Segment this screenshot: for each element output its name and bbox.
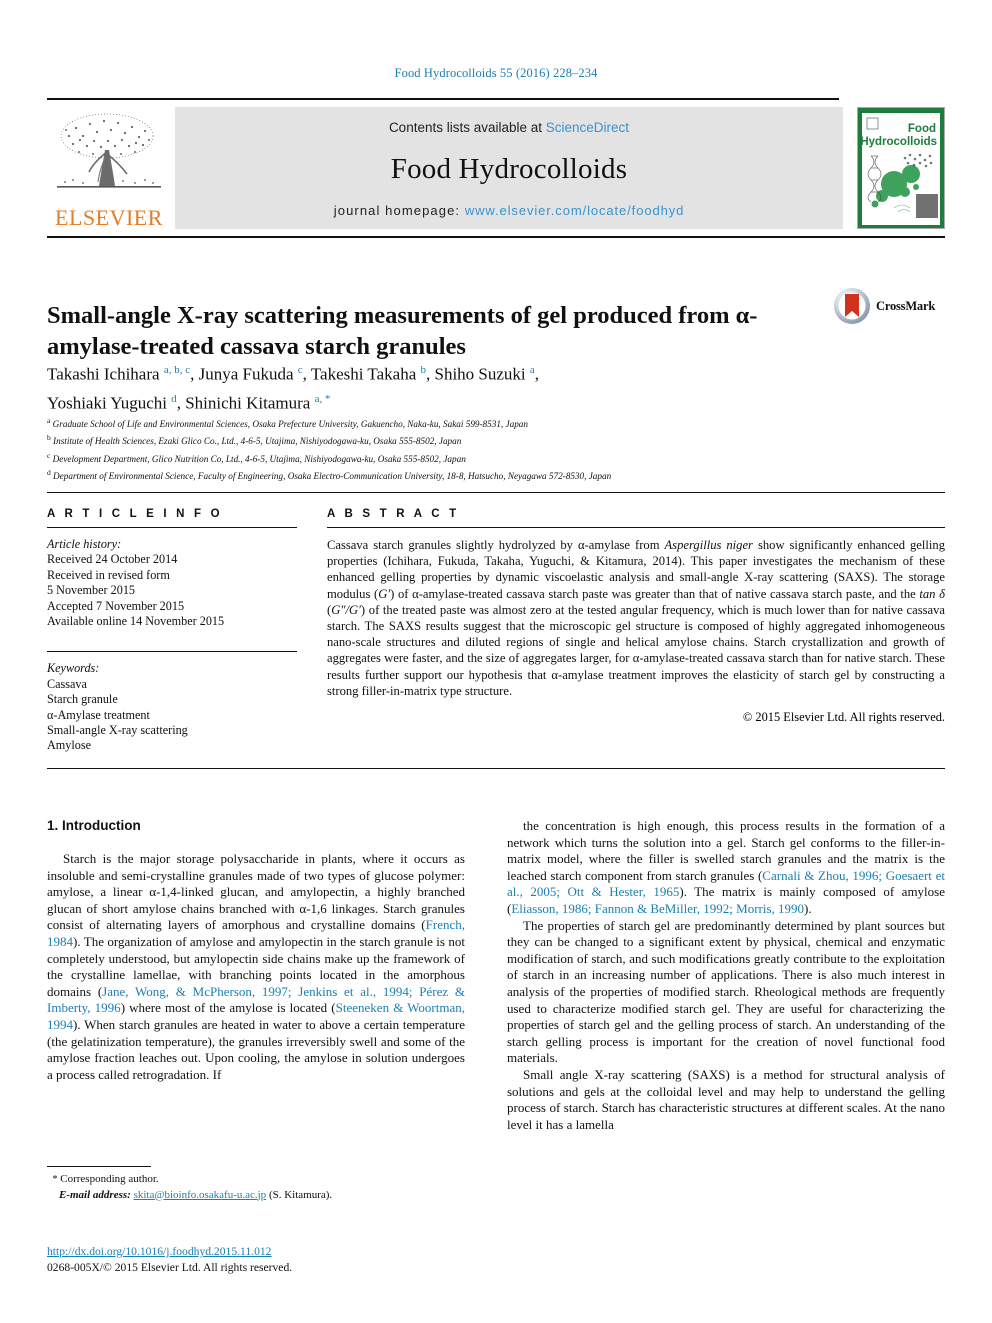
article-history-label: Article history:: [47, 537, 122, 551]
body-paragraphs-left: Starch is the major storage polysacchari…: [47, 851, 465, 1083]
journal-masthead: ELSEVIER Contents lists available at Sci…: [47, 98, 945, 229]
email-link[interactable]: skita@bioinfo.osakafu-u.ac.jp: [134, 1189, 267, 1201]
body-paragraph: Starch is the major storage polysacchari…: [47, 851, 465, 1082]
list-item: 5 November 2015: [47, 583, 136, 598]
contents-available-line: Contents lists available at ScienceDirec…: [389, 120, 629, 135]
doi-link[interactable]: http://dx.doi.org/10.1016/j.foodhyd.2015…: [47, 1245, 271, 1258]
list-item: Accepted 7 November 2015: [47, 598, 185, 613]
keywords-label: Keywords:: [47, 661, 100, 676]
doi-block: http://dx.doi.org/10.1016/j.foodhyd.2015…: [47, 1244, 547, 1276]
article-info-block: A R T I C L E I N F O Article history: R…: [47, 508, 297, 754]
affiliation-item: d Department of Environmental Science, F…: [47, 468, 612, 482]
list-item: Cassava: [47, 676, 87, 691]
journal-homepage-line: journal homepage: www.elsevier.com/locat…: [334, 203, 685, 218]
sciencedirect-link[interactable]: ScienceDirect: [546, 120, 629, 135]
journal-banner: Contents lists available at ScienceDirec…: [175, 107, 843, 229]
svg-text:Hydrocolloids: Hydrocolloids: [860, 136, 937, 148]
author-list: Takashi Ichihara a, b, c, Junya Fukuda c…: [47, 358, 847, 415]
affiliation-list: a Graduate School of Life and Environmen…: [47, 414, 947, 483]
keywords-rule: [47, 651, 297, 653]
body-paragraph: The properties of starch gel are predomi…: [507, 917, 945, 1066]
list-item: Received 24 October 2014: [47, 552, 178, 567]
issn-copyright-line: 0268-005X/© 2015 Elsevier Ltd. All right…: [47, 1261, 293, 1274]
masthead-top-rule: [47, 98, 839, 100]
section-heading-introduction: 1. Introduction: [47, 818, 141, 833]
elsevier-wordmark: ELSEVIER: [55, 205, 163, 230]
article-info-rule: [47, 527, 297, 528]
abstract-copyright: © 2015 Elsevier Ltd. All rights reserved…: [742, 710, 945, 725]
body-paragraph: Small angle X-ray scattering (SAXS) is a…: [507, 1066, 945, 1132]
affiliation-item: c Development Department, Glico Nutritio…: [47, 450, 466, 464]
list-item: Starch granule: [47, 692, 118, 707]
info-bottom-rule: [47, 768, 945, 769]
list-item: Amylose: [47, 738, 92, 753]
elsevier-tree-icon: [57, 113, 161, 188]
abstract-heading: A B S T R A C T: [327, 508, 460, 520]
abstract-block: A B S T R A C T Cassava starch granules …: [327, 508, 945, 725]
list-item: α-Amylase treatment: [47, 707, 150, 722]
article-history-items: Received 24 October 2014 Received in revi…: [47, 552, 297, 629]
list-item: Small-angle X-ray scattering: [47, 723, 188, 738]
info-top-rule: [47, 492, 945, 493]
article-history: Article history: Received 24 October 201…: [47, 537, 297, 629]
running-head: Food Hydrocolloids 55 (2016) 228–234: [394, 66, 598, 80]
journal-cover-art: Food Hydrocolloids: [858, 108, 944, 228]
body-column-left: 1. Introduction Starch is the major stor…: [47, 818, 465, 1083]
body-paragraphs-right: the concentration is high enough, this p…: [507, 818, 945, 1133]
keywords-items: Cassava Starch granule α-Amylase treatment…: [47, 677, 297, 754]
crossmark-badge[interactable]: CrossMark: [833, 285, 945, 327]
footnote-star: *: [52, 1174, 58, 1185]
elsevier-logo: ELSEVIER: [47, 107, 175, 229]
list-item: Available online 14 November 2015: [47, 614, 225, 629]
title-separator-rule: [47, 236, 945, 238]
abstract-rule: [327, 527, 945, 528]
contents-prefix: Contents lists available at: [388, 120, 546, 135]
author-line-2: Yoshiaki Yuguchi d, Shinichi Kitamura a,…: [47, 392, 331, 413]
journal-homepage-link[interactable]: www.elsevier.com/locate/foodhyd: [465, 203, 684, 218]
abstract-text: Cassava starch granules slightly hydroly…: [327, 538, 945, 698]
homepage-prefix: journal homepage:: [333, 203, 465, 218]
footnote-rule: [47, 1166, 151, 1167]
email-label: E-mail address:: [59, 1188, 131, 1201]
body-paragraph: the concentration is high enough, this p…: [507, 818, 945, 916]
journal-cover-thumbnail: Food Hydrocolloids: [857, 107, 945, 229]
journal-title: Food Hydrocolloids: [390, 152, 628, 185]
corresponding-author-footnote: * Corresponding author. E-mail address: …: [47, 1166, 467, 1202]
page-title: Small-angle X-ray scattering measurement…: [47, 302, 758, 361]
corresponding-author-text: Corresponding author.: [60, 1173, 159, 1185]
article-info-heading: A R T I C L E I N F O: [47, 508, 223, 520]
author-line-1: Takashi Ichihara a, b, c, Junya Fukuda c…: [47, 364, 540, 384]
crossmark-icon: [834, 288, 870, 324]
body-column-right: the concentration is high enough, this p…: [507, 818, 945, 1133]
keywords-block: Keywords: Cassava Starch granule α-Amylase…: [47, 651, 297, 753]
email-line: E-mail address: skita@bioinfo.osakafu-u.…: [47, 1188, 467, 1203]
affiliation-item: b Institute of Health Sciences, Ezaki Gl…: [47, 433, 462, 447]
paper-page: Food Hydrocolloids 55 (2016) 228–234 ELS…: [0, 0, 992, 1323]
svg-text:Food: Food: [908, 123, 936, 135]
crossmark-label: CrossMark: [876, 298, 936, 313]
email-owner: (S. Kitamura).: [268, 1188, 333, 1201]
corresponding-author-line: * Corresponding author.: [47, 1172, 467, 1188]
affiliation-item: a Graduate School of Life and Environmen…: [47, 416, 528, 430]
list-item: Received in revised form: [47, 567, 170, 582]
